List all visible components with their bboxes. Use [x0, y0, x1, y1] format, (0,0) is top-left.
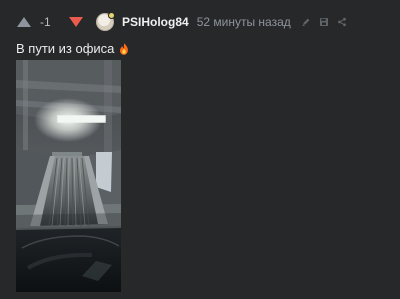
- avatar-badge-icon: [108, 12, 115, 19]
- share-icon: [337, 17, 346, 27]
- save-button[interactable]: [319, 17, 329, 27]
- post-text-content: В пути из офиса: [16, 41, 115, 56]
- post-timestamp: 52 минуты назад: [196, 15, 291, 29]
- post-card: -1 PSIHolog84 52 минуты назад В пути из …: [0, 0, 400, 299]
- post-text: В пути из офиса: [16, 40, 130, 58]
- upvote-button[interactable]: [16, 14, 32, 30]
- edit-button[interactable]: [301, 17, 311, 27]
- downvote-button[interactable]: [68, 14, 84, 30]
- post-rating: -1: [40, 15, 51, 29]
- avatar[interactable]: [96, 12, 115, 31]
- share-button[interactable]: [337, 17, 347, 27]
- pencil-icon: [302, 18, 310, 26]
- author-name[interactable]: PSIHolog84: [122, 15, 189, 29]
- floppy-disk-icon: [319, 18, 328, 26]
- post-image[interactable]: [16, 60, 121, 292]
- post-header: -1 PSIHolog84 52 минуты назад: [16, 12, 347, 32]
- parking-garage-photo: [16, 60, 121, 292]
- triangle-down-icon: [69, 17, 83, 27]
- fire-icon: [118, 42, 130, 56]
- triangle-up-icon: [17, 17, 31, 27]
